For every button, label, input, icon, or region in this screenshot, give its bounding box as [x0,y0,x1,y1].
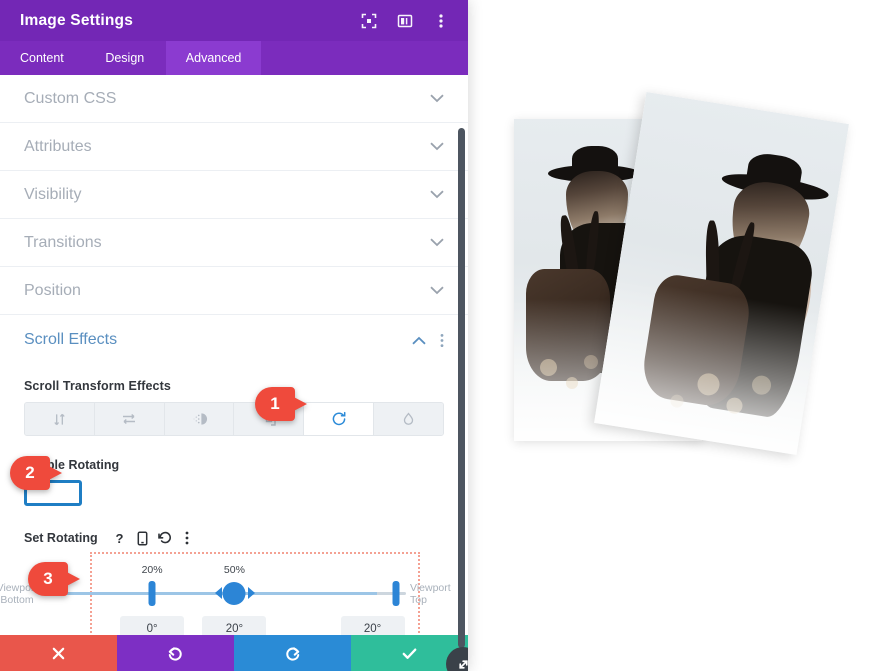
undo-button[interactable] [117,635,234,671]
callout-badge-1: 1 [255,387,309,421]
help-icon[interactable]: ? [110,528,132,548]
callout-badge-3: 3 [28,562,82,596]
cancel-button[interactable] [0,635,117,671]
chevron-down-icon [430,286,444,295]
slider-mid-arrow-right[interactable] [247,587,255,599]
focus-icon[interactable] [360,12,378,30]
settings-tabs: Content Design Advanced [0,41,468,75]
stop-percent-start: 20% [141,564,163,576]
stop-percent-mid: 50% [223,564,245,576]
slider-handle-end[interactable] [392,581,400,606]
scroll-transform-effects-group [24,402,444,436]
accordion-label: Scroll Effects [24,331,118,348]
slider-handle-mid[interactable] [222,582,246,605]
tab-content[interactable]: Content [0,41,84,75]
panel-title: Image Settings [20,11,134,29]
rotation-slider[interactable]: 20% 50% ViewportBottom ViewportTop 0° [0,552,451,635]
responsive-device-icon[interactable] [132,528,154,548]
chevron-down-icon [430,190,444,199]
accordion-label: Attributes [24,137,92,155]
set-rotating-label: Set Rotating [24,531,98,545]
accordion-position[interactable]: Position [0,267,468,315]
svg-text:?: ? [116,531,124,546]
accordion-transitions[interactable]: Transitions [0,219,468,267]
image-preview-area [468,0,880,671]
blur-icon[interactable] [374,403,443,435]
more-vertical-icon[interactable] [432,12,450,30]
panel-scroll-body: Custom CSS Attributes Visibility Transit… [0,75,468,635]
badge-number: 3 [43,569,53,588]
badge-number: 1 [270,394,280,413]
panel-scrollbar[interactable] [458,128,465,648]
rotating-icon[interactable] [304,403,375,435]
app-root: Image Settings Content Design Advanced C… [0,0,880,671]
chevron-down-icon [430,142,444,151]
slider-mid-arrow-left[interactable] [215,587,223,599]
scroll-transform-effects-label: Scroll Transform Effects [24,379,171,393]
accordion-custom-css[interactable]: Custom CSS [0,75,468,123]
accordion-label: Position [24,281,81,299]
accordion-label: Transitions [24,233,102,251]
more-vertical-icon[interactable] [440,333,444,348]
slider-fill [46,592,378,595]
chevron-down-icon [430,94,444,103]
panel-toolbar [0,635,468,671]
haze-overlay [594,277,820,455]
enable-rotating-label: Enable Rotating [24,458,120,472]
vertical-motion-icon[interactable] [25,403,95,435]
callout-badge-2: 2 [10,456,64,490]
redo-button[interactable] [234,635,351,671]
badge-number: 2 [25,463,35,482]
accordion-scroll-effects[interactable]: Scroll Effects [0,315,468,365]
set-rotating-row: Set Rotating ? [24,528,444,548]
chevron-down-icon [430,238,444,247]
more-vertical-icon[interactable] [176,528,198,548]
accordion-visibility[interactable]: Visibility [0,171,468,219]
horizontal-motion-icon[interactable] [94,403,165,435]
slider-handle-start[interactable] [148,581,156,606]
accordion-label: Custom CSS [24,89,117,107]
layout-icon[interactable] [396,12,414,30]
accordion-label: Visibility [24,185,82,203]
ending-rotation-input[interactable]: 20° [340,616,405,635]
tab-design[interactable]: Design [84,41,166,75]
scroll-effects-body: Scroll Transform Effects Enable Rotating… [0,379,468,635]
reset-icon[interactable] [154,528,176,548]
fade-in-out-icon[interactable] [164,403,235,435]
starting-rotation-input[interactable]: 0° [120,616,185,635]
accordion-attributes[interactable]: Attributes [0,123,468,171]
panel-header-actions [360,12,454,30]
chevron-up-icon [412,336,426,345]
tab-advanced[interactable]: Advanced [165,41,262,75]
panel-header: Image Settings [0,0,468,41]
mid-rotation-input[interactable]: 20° [202,616,267,635]
